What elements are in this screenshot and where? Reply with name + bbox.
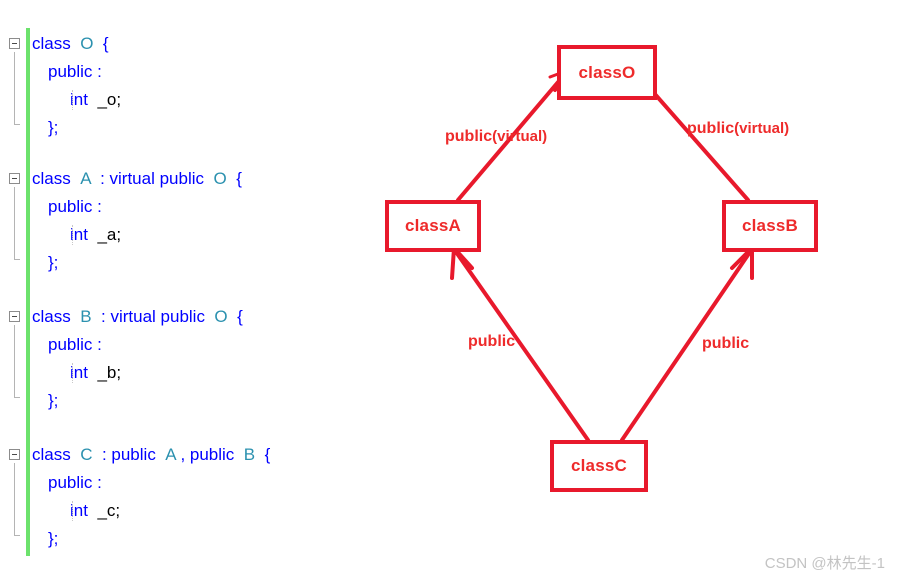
node-label: classA [404,216,462,235]
edge-label-text: public [687,120,735,137]
type-name: A [80,169,91,188]
fold-collapse-icon[interactable] [9,449,20,460]
keyword-class: class [32,445,71,464]
access-specifier: public : [48,197,102,216]
code-block-class-o: class O { public : int _o; }; [9,30,332,142]
type-name: O [80,34,94,53]
keyword-class: class [32,34,71,53]
closing-brace: }; [48,529,59,548]
brace: { [264,445,271,464]
node-classC[interactable]: classC [550,440,648,492]
access-specifier: public : [48,335,102,354]
access-specifier: public : [48,473,102,492]
base-type-name: O [213,169,227,188]
code-line: public : [32,469,332,497]
indent-guide [72,90,74,110]
node-classB[interactable]: classB [722,200,818,252]
node-label: classB [741,216,799,235]
brace: { [236,169,242,188]
code-line: class B : virtual public O { [9,303,332,398]
edge-label-c-to-b: public [702,335,749,353]
node-label: classC [570,456,628,475]
type-name: C [80,445,93,464]
code-line: int _b; [32,359,332,387]
base-type-name: O [214,307,228,326]
member-identifier: _c; [97,501,121,520]
code-line: }; [32,387,332,415]
code-block-class-b: class B : virtual public O { public : in… [9,303,332,415]
type-name: B [80,307,92,326]
fold-guide-foot [14,259,20,260]
code-line: class C : public A , public B { [9,441,332,536]
edge-label-suffix: (virtual) [734,120,790,137]
code-line: }; [32,114,332,142]
fold-collapse-icon[interactable] [9,173,20,184]
member-identifier: _o; [97,90,122,109]
code-editor-pane: class O { public : int _o; }; class A: … [0,0,350,583]
keyword-class: class [32,307,71,326]
closing-brace: }; [48,391,59,410]
fold-guide-foot [14,397,20,398]
brace: { [102,34,109,53]
closing-brace: }; [48,253,59,272]
inheritance-clause: : virtual public [101,307,205,326]
inheritance-clause: : virtual public [100,169,205,188]
edge-label-suffix: (virtual) [492,128,548,145]
node-classO[interactable]: classO [557,45,657,100]
code-line: }; [32,249,332,277]
indent-guide [72,225,74,245]
code-block-class-c: class C : public A , public B { public :… [9,441,332,553]
code-line: class A : virtual public O { [9,165,332,260]
edge-label-text: public [468,333,516,350]
fold-guide [14,187,15,259]
indent-guide [72,363,74,383]
base-type-name-b: B [243,445,256,464]
closing-brace: }; [48,118,59,137]
fold-collapse-icon[interactable] [9,38,20,49]
fold-collapse-icon[interactable] [9,311,20,322]
edge-label-c-to-a: public [468,333,515,351]
edge-label-a-to-o: public(virtual) [445,128,547,146]
edge-label-b-to-o: public(virtual) [687,120,789,138]
keyword-int: int [70,225,88,244]
screenshot-root: class O { public : int _o; }; class A: … [0,0,899,583]
node-label: classO [578,62,636,82]
code-block-class-a: class A : virtual public O { public : in… [9,165,332,277]
member-identifier: _a; [97,225,122,244]
indent-guide [72,501,74,521]
code-line: }; [32,525,332,553]
base-type-name-a: A [165,445,176,464]
node-classA[interactable]: classA [385,200,481,252]
code-line: public : [32,193,332,221]
brace: { [237,307,243,326]
code-line: class O { [9,30,332,125]
code-line: int _a; [32,221,332,249]
code-line: public : [32,331,332,359]
inheritance-clause: : public [101,445,156,464]
fold-guide-foot [14,124,20,125]
fold-guide [14,325,15,397]
inheritance-diagram: classO classA classB classC public(virtu… [350,0,899,583]
inheritance-clause-2: , public [180,445,235,464]
change-indicator-bar [26,28,30,556]
code-line: int _c; [32,497,332,525]
csdn-watermark: CSDN @林先生-1 [764,555,885,572]
edge-label-text: public [445,128,493,145]
keyword-int: int [70,501,88,520]
code-line: public : [32,58,332,86]
fold-guide [14,52,15,124]
fold-guide-foot [14,535,20,536]
keyword-int: int [70,90,88,109]
code-line: int _o; [32,86,332,114]
fold-guide [14,463,15,535]
access-specifier: public : [48,62,102,81]
keyword-class: class [32,169,71,188]
edge-label-text: public [702,335,750,352]
keyword-int: int [70,363,88,382]
member-identifier: _b; [97,363,122,382]
